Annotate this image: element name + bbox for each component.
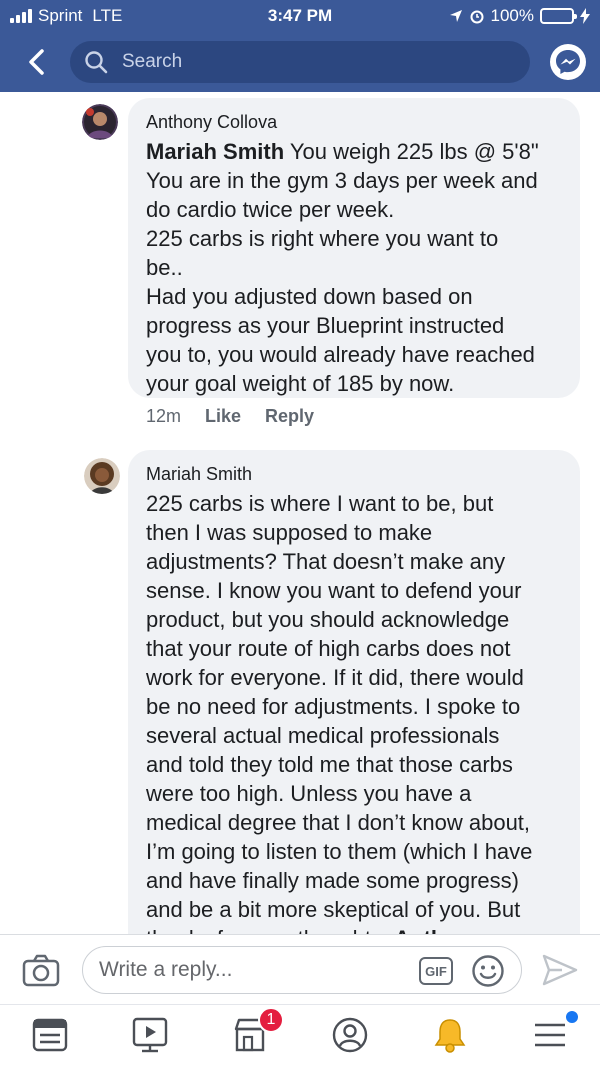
mention-link[interactable]: Anthony xyxy=(394,926,483,934)
tab-bar: 1 xyxy=(0,1004,600,1066)
send-button[interactable] xyxy=(542,953,578,987)
comment-line: were too high. Unless you have a xyxy=(146,781,472,806)
avatar-mariah[interactable] xyxy=(84,458,120,494)
back-button[interactable] xyxy=(18,44,54,80)
camera-button[interactable] xyxy=(22,953,60,987)
messenger-button[interactable] xyxy=(550,44,586,80)
comment-line: I’m going to listen to them (which I hav… xyxy=(146,839,533,864)
comment-line: medical degree that I don’t know about, xyxy=(146,810,531,835)
status-bar: Sprint LTE 3:47 PM 100% xyxy=(0,0,600,32)
menu-icon xyxy=(535,1023,565,1047)
sticker-button[interactable] xyxy=(471,954,505,988)
comment-actions: 12m Like Reply xyxy=(146,406,314,427)
profile-icon xyxy=(332,1017,368,1053)
comment-line: several actual medical professionals xyxy=(146,723,500,748)
comment-line: that your route of high carbs does not xyxy=(146,636,511,661)
gif-button[interactable]: GIF xyxy=(419,957,453,985)
search-input[interactable] xyxy=(122,51,482,73)
watch-icon xyxy=(132,1017,168,1053)
menu-indicator-dot xyxy=(566,1011,578,1023)
avatar-anthony[interactable] xyxy=(82,104,118,140)
comment-line: your goal weight of 185 by now. xyxy=(146,371,455,396)
send-icon xyxy=(542,954,578,986)
status-right: 100% xyxy=(449,6,590,26)
comment-author[interactable]: Anthony Collova xyxy=(146,112,562,133)
reply-box[interactable]: GIF xyxy=(82,946,522,994)
reply-input[interactable] xyxy=(99,958,399,982)
comment-line: Had you adjusted down based on xyxy=(146,284,473,309)
comment-line: work for everyone. If it did, there woul… xyxy=(146,665,524,690)
comment-line: sense. I know you want to defend your xyxy=(146,578,522,603)
tab-watch[interactable] xyxy=(130,1015,170,1055)
news-feed-icon xyxy=(32,1018,68,1052)
comment-line: You are in the gym 3 days per week and xyxy=(146,168,538,193)
smiley-icon xyxy=(472,955,504,987)
comment-line: and told they told me that those carbs xyxy=(146,752,513,777)
comment-line: be.. xyxy=(146,255,183,280)
camera-icon xyxy=(22,954,60,987)
mention-link[interactable]: Mariah Smith xyxy=(146,139,284,164)
comment-thread: Anthony Collova Mariah Smith You weigh 2… xyxy=(0,92,600,934)
comment-bubble-1: Anthony Collova Mariah Smith You weigh 2… xyxy=(128,98,580,398)
tab-notifications[interactable] xyxy=(430,1015,470,1055)
location-icon xyxy=(449,10,462,22)
avatar-image xyxy=(84,458,120,494)
notification-badge: 1 xyxy=(258,1007,284,1033)
avatar-image xyxy=(82,104,118,140)
comment-line: do cardio twice per week. xyxy=(146,197,395,222)
battery-icon xyxy=(540,8,577,24)
comment-author[interactable]: Mariah Smith xyxy=(146,464,562,485)
like-button[interactable]: Like xyxy=(205,406,241,427)
comment-text: 225 carbs is where I want to be, but the… xyxy=(146,489,562,934)
comment-time: 12m xyxy=(146,406,182,426)
nav-bar xyxy=(0,36,600,88)
comment-line: thanks for your thoughts. Anthony xyxy=(146,924,562,934)
alarm-icon xyxy=(470,10,484,24)
comment-line: progress as your Blueprint instructed xyxy=(146,313,505,338)
battery-percent: 100% xyxy=(490,6,534,25)
charging-icon xyxy=(580,8,590,24)
comment-line: and be a bit more skeptical of you. But xyxy=(146,897,521,922)
tab-news-feed[interactable] xyxy=(30,1015,70,1055)
comment-line: then I was supposed to make xyxy=(146,520,433,545)
messenger-icon xyxy=(551,45,585,79)
comment-line: Mariah Smith You weigh 225 lbs @ 5'8" xyxy=(146,139,539,164)
comment-line: 225 carbs is where I want to be, but xyxy=(146,491,494,516)
back-icon xyxy=(29,49,44,75)
comment-line: adjustments? That doesn’t make any xyxy=(146,549,506,574)
reply-button[interactable]: Reply xyxy=(265,406,314,427)
tab-menu[interactable] xyxy=(530,1011,578,1055)
comment-line: be no need for adjustments. I spoke to xyxy=(146,694,521,719)
comment-line: 225 carbs is right where you want to xyxy=(146,226,499,251)
search-icon xyxy=(85,51,108,74)
comment-line: you to, you would already have reached xyxy=(146,342,535,367)
tab-marketplace[interactable]: 1 xyxy=(230,1007,284,1055)
top-bar: Sprint LTE 3:47 PM 100% xyxy=(0,0,600,92)
comment-bubble-2: Mariah Smith 225 carbs is where I want t… xyxy=(128,450,580,934)
tab-profile[interactable] xyxy=(330,1015,370,1055)
comment-line: and have finally made some progress) xyxy=(146,868,519,893)
comment-line: product, but you should acknowledge xyxy=(146,607,510,632)
notifications-icon xyxy=(434,1019,466,1053)
search-bar[interactable] xyxy=(70,41,530,83)
comment-text: Mariah Smith You weigh 225 lbs @ 5'8" Yo… xyxy=(146,137,562,398)
reply-bar: GIF xyxy=(0,934,600,1004)
